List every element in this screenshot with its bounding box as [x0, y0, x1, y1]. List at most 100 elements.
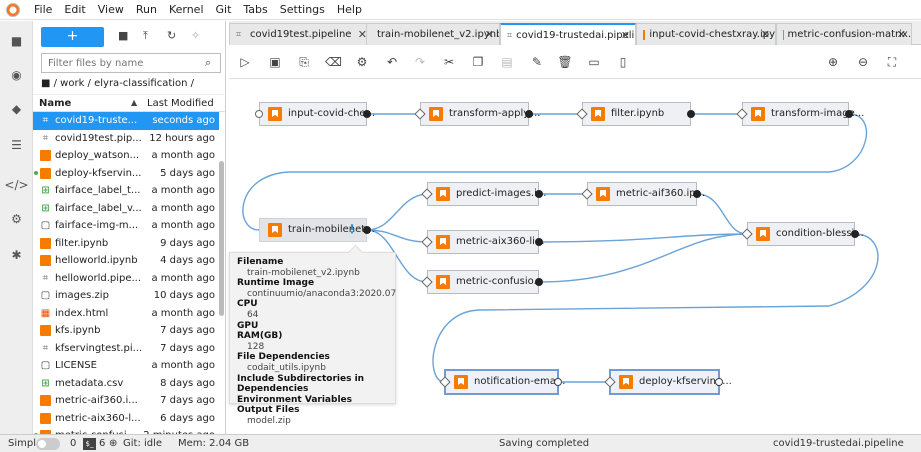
running-icon[interactable]: ◉ [9, 67, 24, 82]
output-port[interactable] [363, 110, 371, 118]
pipeline-node-train-mobilenet[interactable]: train-mobilenet... ⋮ [259, 218, 375, 242]
pipeline-node-metric-confusion[interactable]: metric-confusio... [421, 270, 543, 294]
node-menu-icon[interactable]: ⋮ [346, 222, 358, 236]
pipeline-node-input-covid[interactable]: input-covid-che... [255, 102, 375, 126]
close-icon[interactable]: ✕ [897, 28, 906, 41]
cut-icon[interactable]: ✂ [441, 54, 457, 70]
pipeline-node-transform-image[interactable]: transform-image... [736, 102, 864, 126]
zoom-in-icon[interactable]: ⊕ [825, 54, 841, 70]
upload-icon[interactable]: ⤒ [143, 29, 148, 43]
pipeline-node-metric-aif360[interactable]: metric-aif360.ip... [581, 182, 705, 206]
tab-input-covid-chestxray[interactable]: input-covid-chestxray.ipy ✕ [636, 23, 776, 45]
arrange-vertical-icon[interactable]: ▯ [615, 54, 631, 70]
file-list-item[interactable]: metric-aif360.i... 7 days ago [33, 392, 219, 410]
output-port[interactable] [851, 230, 859, 238]
zoom-out-icon[interactable]: ⊖ [855, 54, 871, 70]
simple-mode-toggle[interactable] [36, 438, 60, 450]
tab-train-mobilenet[interactable]: train-mobilenet_v2.ipynb ✕ [366, 23, 500, 45]
output-port[interactable] [363, 226, 371, 234]
tab-covid19test-pipeline[interactable]: ⌗ covid19test.pipeline ✕ [229, 23, 373, 45]
save-icon[interactable]: ▣ [267, 54, 283, 70]
input-port[interactable] [255, 110, 263, 118]
pipeline-canvas[interactable]: input-covid-che... transform-apply.... f… [229, 80, 921, 434]
column-last-modified[interactable]: Last Modified [147, 98, 214, 109]
close-icon[interactable]: ✕ [485, 28, 494, 41]
menu-run[interactable]: Run [130, 3, 163, 16]
filter-files-input[interactable] [41, 53, 221, 73]
git-status[interactable]: Git: idle [123, 438, 162, 449]
file-list-item[interactable]: ⊞ fairface_label_v... a month ago [33, 200, 219, 218]
file-list-item[interactable]: filter.ipynb 9 days ago [33, 235, 219, 253]
output-port[interactable] [687, 110, 695, 118]
extensions-icon[interactable]: ✱ [9, 247, 24, 262]
file-list-item[interactable]: helloworld.ipynb 4 days ago [33, 252, 219, 270]
menu-edit[interactable]: Edit [58, 3, 91, 16]
menu-tabs[interactable]: Tabs [237, 3, 273, 16]
column-name[interactable]: Name [39, 98, 71, 109]
output-port[interactable] [535, 238, 543, 246]
runtimes-icon[interactable]: ⚙ [354, 54, 370, 70]
git-clone-icon[interactable]: ✧ [191, 29, 200, 42]
run-pipeline-icon[interactable]: ▷ [237, 54, 253, 70]
add-comment-icon[interactable]: ✎ [529, 54, 545, 70]
git-icon[interactable]: ◆ [9, 101, 24, 116]
pipeline-node-predict-images[interactable]: predict-images.i... [421, 182, 546, 206]
pipeline-node-notification-email[interactable]: notification-ema... [439, 369, 565, 395]
close-icon[interactable]: ✕ [621, 29, 630, 42]
file-list-item[interactable]: ⌗ helloworld.pipe... a month ago [33, 270, 219, 288]
menu-file[interactable]: File [28, 3, 58, 16]
file-list-item[interactable]: ▦ index.html a month ago [33, 305, 219, 323]
toc-icon[interactable]: ☰ [9, 137, 24, 152]
file-list-item[interactable]: metric-confusi...2 minutes ago [33, 427, 219, 434]
arrange-horizontal-icon[interactable]: ▭ [586, 54, 602, 70]
file-list-scrollbar[interactable] [219, 161, 224, 316]
refresh-icon[interactable]: ↻ [167, 29, 176, 42]
pipeline-node-filter[interactable]: filter.ipynb [576, 102, 695, 126]
tab-metric-confusion-matrix[interactable]: metric-confusion-matrix. ✕ [776, 23, 912, 45]
menu-settings[interactable]: Settings [274, 3, 331, 16]
zoom-to-fit-icon[interactable]: ⛶ [884, 54, 900, 70]
copy-icon[interactable]: ❐ [470, 54, 486, 70]
file-list-item[interactable]: ▢ images.zip 10 days ago [33, 287, 219, 305]
output-port[interactable] [535, 278, 543, 286]
menu-help[interactable]: Help [331, 3, 368, 16]
new-launcher-button[interactable]: + [41, 27, 104, 47]
pipeline-node-deploy-kfserving[interactable]: deploy-kfserving... [604, 369, 732, 395]
paste-icon[interactable]: ▤ [499, 54, 515, 70]
output-port[interactable] [535, 190, 543, 198]
close-icon[interactable]: ✕ [761, 28, 770, 41]
menu-view[interactable]: View [92, 3, 130, 16]
file-list-item[interactable]: metric-aix360-l... 6 days ago [33, 410, 219, 428]
file-list-item[interactable]: ⊞ metadata.csv 8 days ago [33, 375, 219, 393]
kernel-count[interactable]: 0 [70, 438, 76, 449]
tab-covid19-trustedai-pipeline[interactable]: ⌗ covid19-trustedai.pipelin ✕ [500, 23, 636, 46]
output-port[interactable] [554, 378, 562, 386]
runtimes-icon[interactable]: ⚙ [9, 211, 24, 226]
pipeline-node-transform-apply[interactable]: transform-apply.... [414, 102, 540, 126]
output-port[interactable] [715, 378, 723, 386]
file-list-item[interactable]: ▢ LICENSE a month ago [33, 357, 219, 375]
terminal-count[interactable]: 6 [99, 438, 105, 449]
file-list-item[interactable]: ⌗ covid19test.pip... 12 hours ago [33, 130, 219, 148]
output-port[interactable] [525, 110, 533, 118]
new-folder-icon[interactable]: ■ [118, 29, 128, 42]
undo-icon[interactable]: ↶ [384, 54, 400, 70]
output-port[interactable] [845, 110, 853, 118]
redo-icon[interactable]: ↷ [412, 54, 428, 70]
menu-kernel[interactable]: Kernel [163, 3, 210, 16]
clear-icon[interactable]: ⌫ [325, 54, 342, 70]
folder-icon[interactable]: ■ [9, 33, 24, 48]
file-list-item[interactable]: ⌗ kfservingtest.pi... 7 days ago [33, 340, 219, 358]
file-list-item[interactable]: deploy_watson... a month ago [33, 147, 219, 165]
pipeline-node-condition-blessing[interactable]: condition-blessi... [741, 222, 864, 246]
delete-icon[interactable]: 🗑 [557, 54, 573, 70]
code-snippets-icon[interactable]: </> [4, 177, 28, 192]
file-list-item[interactable]: deploy-kfservin... 5 days ago [33, 165, 219, 183]
breadcrumb[interactable]: ■ / work / elyra-classification / [41, 78, 194, 89]
file-list-item[interactable]: ▢ fairface-img-m... a month ago [33, 217, 219, 235]
file-list-item[interactable]: kfs.ipynb 7 days ago [33, 322, 219, 340]
pipeline-node-metric-aix360[interactable]: metric-aix360-li... [421, 230, 544, 254]
export-icon[interactable]: ⎘ [296, 54, 312, 70]
output-port[interactable] [693, 190, 701, 198]
file-list-item[interactable]: ⊞ fairface_label_t... a month ago [33, 182, 219, 200]
